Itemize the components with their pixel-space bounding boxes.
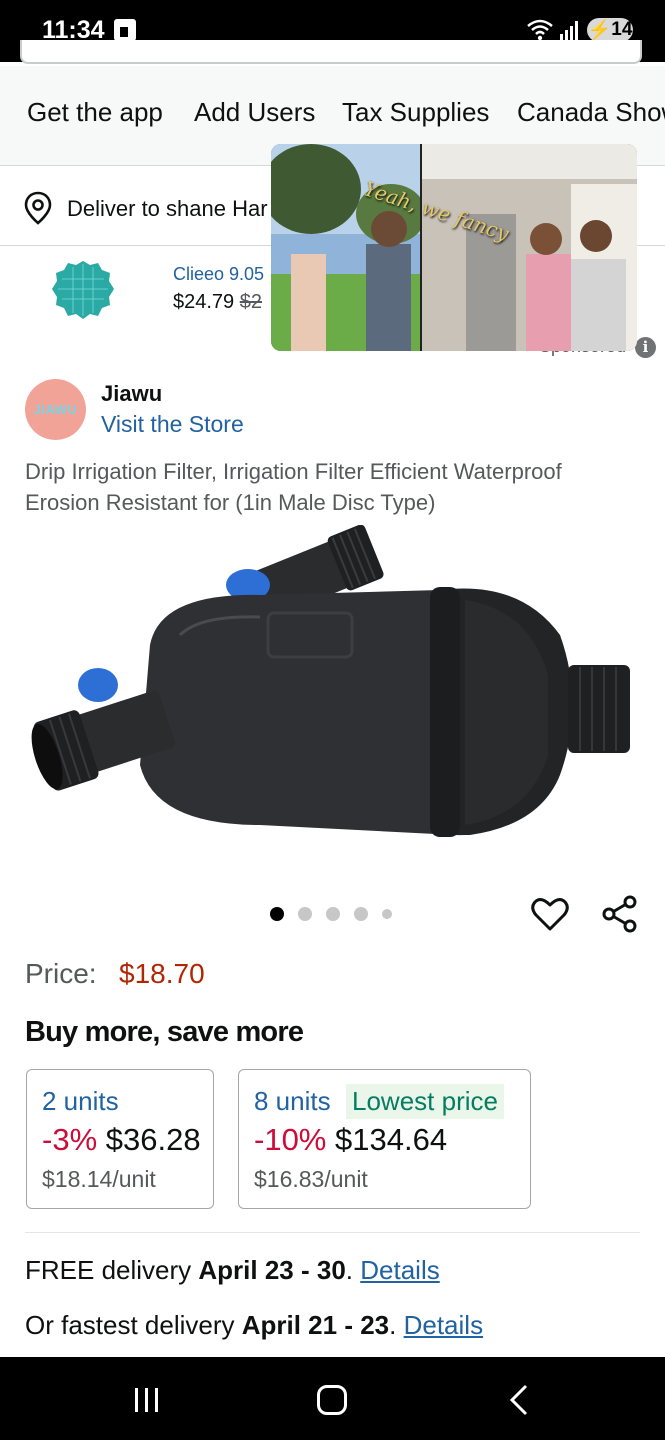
fastest-delivery-line: Or fastest delivery April 21 - 23. Detai… (25, 1310, 483, 1341)
battery-level: 14 (611, 19, 633, 40)
carousel-dot-active[interactable] (270, 907, 284, 921)
carousel-dot[interactable] (326, 907, 340, 921)
fastest-delivery-prefix: Or fastest delivery (25, 1310, 242, 1340)
product-title: Drip Irrigation Filter, Irrigation Filte… (25, 459, 562, 515)
video-frame (271, 144, 637, 351)
fastest-delivery-dates: April 21 - 23 (241, 1310, 390, 1340)
image-carousel-dots[interactable] (270, 907, 392, 921)
bulk-price-row: -10% $134.64 (254, 1122, 447, 1158)
sponsored-price-current: $24.79 (173, 291, 235, 313)
bulk-total: $134.64 (335, 1122, 448, 1157)
info-icon[interactable]: i (635, 337, 656, 358)
free-delivery-details-link[interactable]: Details (360, 1255, 439, 1285)
sponsored-product-title[interactable]: Clieeo 9.05 (173, 264, 264, 285)
bulk-option-8-units[interactable]: 8 units Lowest price -10% $134.64 $16.83… (238, 1069, 531, 1209)
fastest-delivery-details-link[interactable]: Details (404, 1310, 483, 1340)
recent-apps-icon[interactable] (133, 1387, 161, 1413)
bulk-per-unit: $16.83/unit (254, 1166, 368, 1192)
free-delivery-line: FREE delivery April 23 - 30. Details (25, 1255, 440, 1286)
carousel-dot[interactable] (382, 909, 392, 919)
store-logo[interactable]: JIAWU (25, 379, 86, 440)
visit-store-link[interactable]: Visit the Store (101, 411, 244, 438)
nav-item-get-the-app[interactable]: Get the app (27, 97, 163, 128)
search-bar-edge[interactable] (20, 40, 642, 64)
location-pin-icon (24, 191, 52, 225)
home-icon[interactable] (317, 1385, 347, 1415)
bulk-option-2-units[interactable]: 2 units -3% $36.28 $18.14/unit (26, 1069, 214, 1209)
free-delivery-prefix: FREE delivery (25, 1255, 199, 1285)
divider (25, 1232, 640, 1233)
bulk-price-row: -3% $36.28 (42, 1122, 201, 1158)
battery-indicator: ⚡ 14 (587, 18, 633, 42)
bulk-units: 2 units (42, 1086, 119, 1116)
store-name: Jiawu (101, 381, 163, 406)
price-value: $18.70 (119, 958, 205, 989)
wifi-icon (527, 19, 553, 41)
bulk-per-unit: $18.14/unit (42, 1166, 156, 1192)
back-icon[interactable] (505, 1383, 535, 1417)
free-delivery-dates: April 23 - 30 (198, 1255, 346, 1285)
bulk-units: 8 units (254, 1086, 331, 1116)
notification-icon (114, 19, 136, 41)
carousel-dot[interactable] (354, 907, 368, 921)
carousel-dot[interactable] (298, 907, 312, 921)
heart-icon[interactable] (530, 894, 570, 934)
fastest-delivery-sep: . (389, 1310, 404, 1340)
sponsored-price-old: $2 (239, 291, 262, 313)
nav-item-canada-show[interactable]: Canada Show (517, 97, 665, 128)
bulk-discount: -3% (42, 1122, 98, 1157)
floating-video-ad[interactable]: Yeah, we fancy (271, 144, 637, 351)
price-label: Price: (25, 958, 97, 989)
bulk-discount: -10% (254, 1122, 327, 1157)
sponsored-product-price: $24.79 $2 (173, 291, 262, 314)
status-icons: ⚡ 14 (527, 18, 633, 42)
lowest-price-badge: Lowest price (346, 1084, 504, 1119)
nav-item-add-users[interactable]: Add Users (194, 97, 315, 128)
bulk-total: $36.28 (105, 1122, 201, 1157)
buy-more-heading: Buy more, save more (25, 1016, 304, 1048)
nav-item-tax-supplies[interactable]: Tax Supplies (342, 97, 489, 128)
signal-icon (560, 21, 578, 40)
deliver-to-label: Deliver to shane Har (67, 196, 268, 221)
sponsored-product-thumbnail (52, 261, 114, 319)
share-icon[interactable] (600, 894, 640, 934)
product-image[interactable] (0, 525, 665, 885)
free-delivery-sep: . (345, 1255, 361, 1285)
